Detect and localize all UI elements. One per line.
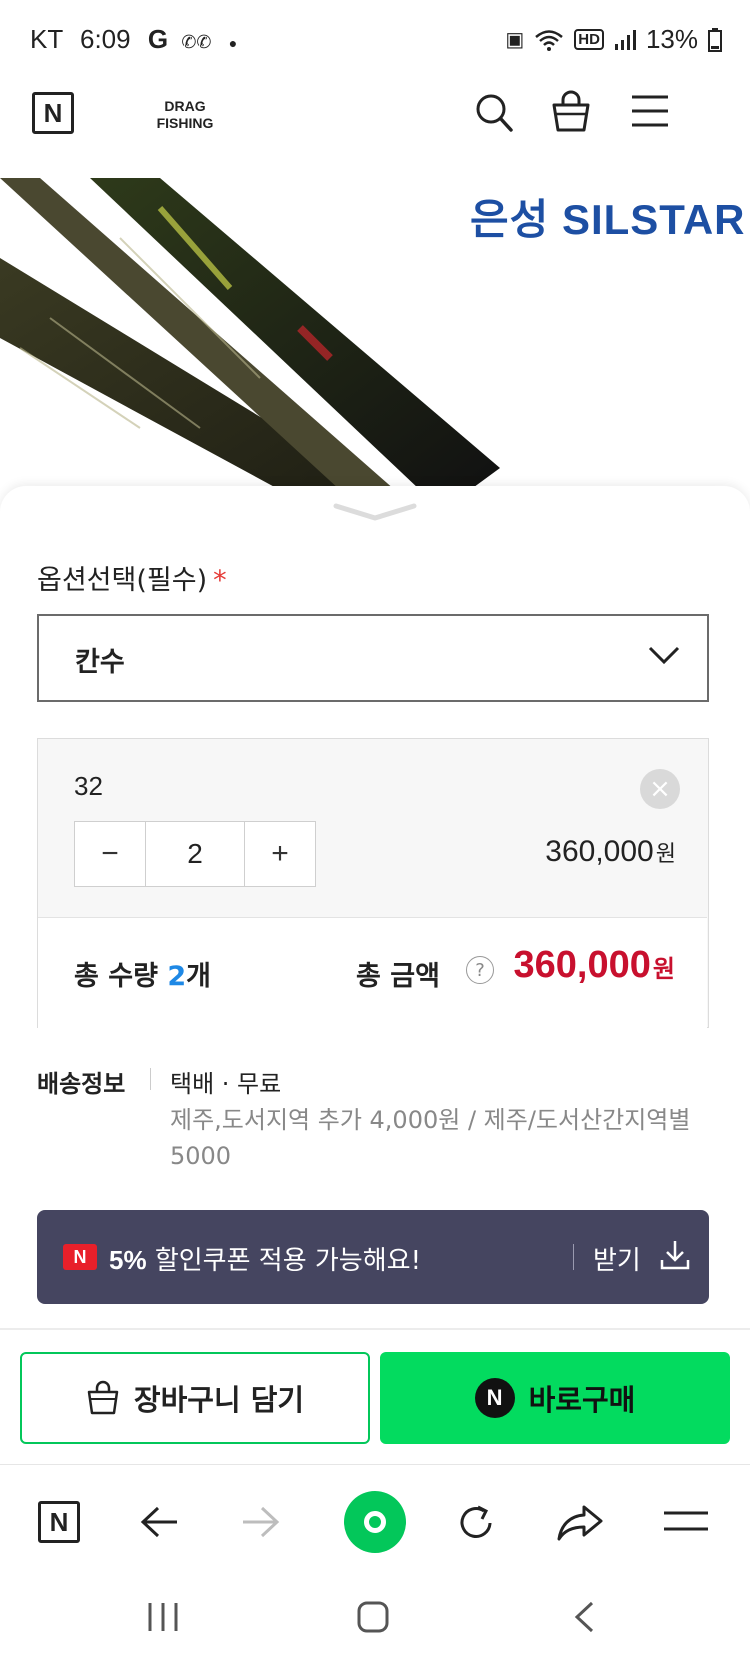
wifi-icon	[535, 29, 564, 51]
remove-option-button[interactable]: ×	[640, 769, 680, 809]
google-icon: G	[147, 24, 169, 54]
menu-icon[interactable]	[630, 94, 670, 128]
download-icon	[660, 1241, 690, 1270]
total-amount-value: 360,000	[513, 944, 651, 986]
price-unit: 원	[655, 841, 676, 866]
decrease-quantity-button[interactable]: −	[75, 822, 145, 886]
store-logo[interactable]: DRAG FISHING	[150, 98, 220, 132]
add-to-cart-button[interactable]: 장바구니 담기	[20, 1352, 370, 1444]
product-image: 은성 SILSTAR	[0, 178, 750, 490]
sheet-collapse-chevron-icon[interactable]	[332, 500, 418, 524]
option-title: 옵션선택(필수) *	[37, 558, 227, 597]
home-icon[interactable]	[356, 1600, 390, 1634]
option-title-text: 옵션선택(필수)	[37, 565, 208, 596]
total-amount: 360,000원	[514, 944, 675, 987]
coupon-percent: 5%	[109, 1245, 147, 1275]
cart-icon	[87, 1380, 119, 1415]
signal-icon	[614, 29, 636, 50]
total-quantity-value: 2	[167, 961, 187, 992]
battery-percent: 13%	[645, 24, 698, 54]
green-dot-icon	[364, 1511, 386, 1533]
total-amount-unit: 원	[652, 956, 675, 983]
total-quantity-label: 총 수량	[74, 961, 158, 992]
store-logo-line1: DRAG	[164, 98, 206, 114]
dot-icon: ●	[228, 35, 238, 51]
shipping-label: 배송정보	[37, 1070, 126, 1098]
total-quantity: 총 수량 2개	[74, 954, 211, 993]
green-dot-button[interactable]	[344, 1491, 406, 1553]
total-amount-label: 총 금액	[356, 961, 440, 992]
coupon-message: 5% 할인쿠폰 적용 가능해요!	[109, 1240, 421, 1277]
system-back-icon[interactable]	[572, 1600, 596, 1634]
naver-logo-letter: N	[43, 97, 63, 128]
store-logo-line2: FISHING	[156, 115, 214, 131]
status-left: KT 6:09 G ✆✆ ●	[30, 24, 237, 55]
share-icon[interactable]	[556, 1503, 604, 1543]
shipping-method: 택배 · 무료	[170, 1070, 282, 1098]
selected-option-name: 32	[74, 771, 103, 801]
search-icon[interactable]	[474, 92, 514, 134]
back-arrow-icon[interactable]	[140, 1505, 180, 1539]
status-bar: KT 6:09 G ✆✆ ● ▣ HD 13%	[0, 0, 750, 82]
clock: 6:09	[80, 24, 131, 54]
naver-home-button[interactable]: N	[32, 92, 74, 134]
battery-saver-icon: ▣	[505, 29, 525, 51]
shipping-divider	[150, 1068, 151, 1090]
call-icon: ✆✆	[181, 32, 212, 52]
naver-badge-icon: N	[63, 1244, 97, 1270]
total-summary: 총 수량 2개 총 금액 ? 360,000원	[38, 917, 707, 1028]
coupon-message-text: 할인쿠폰 적용 가능해요!	[146, 1246, 421, 1276]
help-icon[interactable]: ?	[466, 956, 494, 984]
quantity-stepper: − 2 +	[74, 821, 316, 887]
quantity-input[interactable]: 2	[145, 822, 245, 886]
section-divider	[0, 1328, 750, 1330]
refresh-icon[interactable]	[454, 1501, 498, 1545]
selected-option-box: 32 × − 2 + 360,000원 총 수량 2개 총 금액 ? 360,0…	[37, 738, 709, 1028]
required-mark: *	[213, 565, 227, 596]
selected-option-price: 360,000원	[545, 835, 676, 869]
hd-icon: HD	[574, 29, 604, 50]
buy-now-label: 바로구매	[528, 1383, 636, 1417]
more-menu-icon[interactable]	[662, 1509, 710, 1535]
price-value: 360,000	[545, 835, 654, 868]
status-right: ▣ HD 13%	[505, 24, 722, 55]
chevron-down-icon	[648, 646, 680, 665]
browser-home-button[interactable]: N	[38, 1501, 80, 1543]
option-select[interactable]: 칸수	[37, 614, 709, 702]
recent-apps-icon[interactable]	[146, 1600, 180, 1634]
naver-pay-icon: N	[474, 1378, 515, 1418]
site-header: N DRAG FISHING	[0, 82, 750, 178]
carrier: KT	[30, 24, 63, 54]
coupon-banner[interactable]: N 5% 할인쿠폰 적용 가능해요! 받기	[37, 1210, 709, 1304]
buy-now-button[interactable]: N 바로구매	[380, 1352, 730, 1444]
increase-quantity-button[interactable]: +	[245, 822, 315, 886]
total-quantity-unit: 개	[186, 961, 211, 992]
battery-icon	[708, 27, 722, 52]
browser-home-letter: N	[49, 1506, 69, 1537]
system-navigation-bar	[0, 1574, 750, 1667]
browser-toolbar: N	[0, 1464, 750, 1575]
add-to-cart-label: 장바구니 담기	[133, 1383, 305, 1417]
coupon-get-label: 받기	[593, 1246, 641, 1276]
silstar-brand-logo: 은성 SILSTAR	[470, 196, 746, 243]
option-select-label: 칸수	[75, 647, 125, 678]
forward-arrow-icon[interactable]	[240, 1505, 280, 1539]
shipping-detail: 제주,도서지역 추가 4,000원 / 제주/도서산간지역별 5000	[170, 1106, 691, 1170]
coupon-divider	[573, 1244, 574, 1270]
cart-icon[interactable]	[550, 90, 592, 134]
close-icon: ×	[649, 774, 671, 804]
